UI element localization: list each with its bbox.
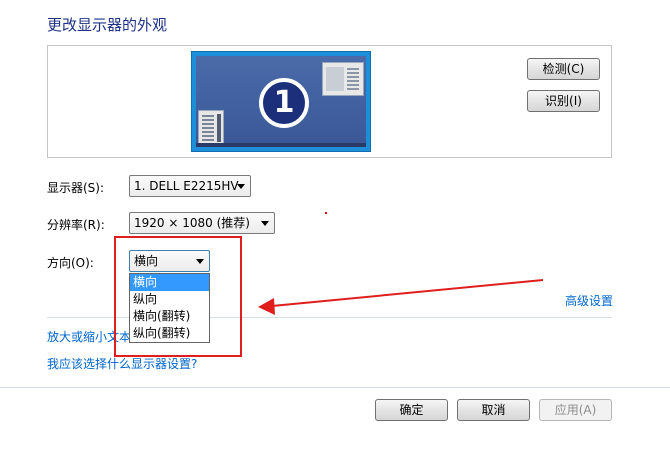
annotation-dot — [325, 212, 327, 214]
annotation-arrow — [258, 279, 544, 315]
annotation-arrowhead — [258, 298, 275, 315]
annotation-arrow-line — [271, 279, 544, 307]
